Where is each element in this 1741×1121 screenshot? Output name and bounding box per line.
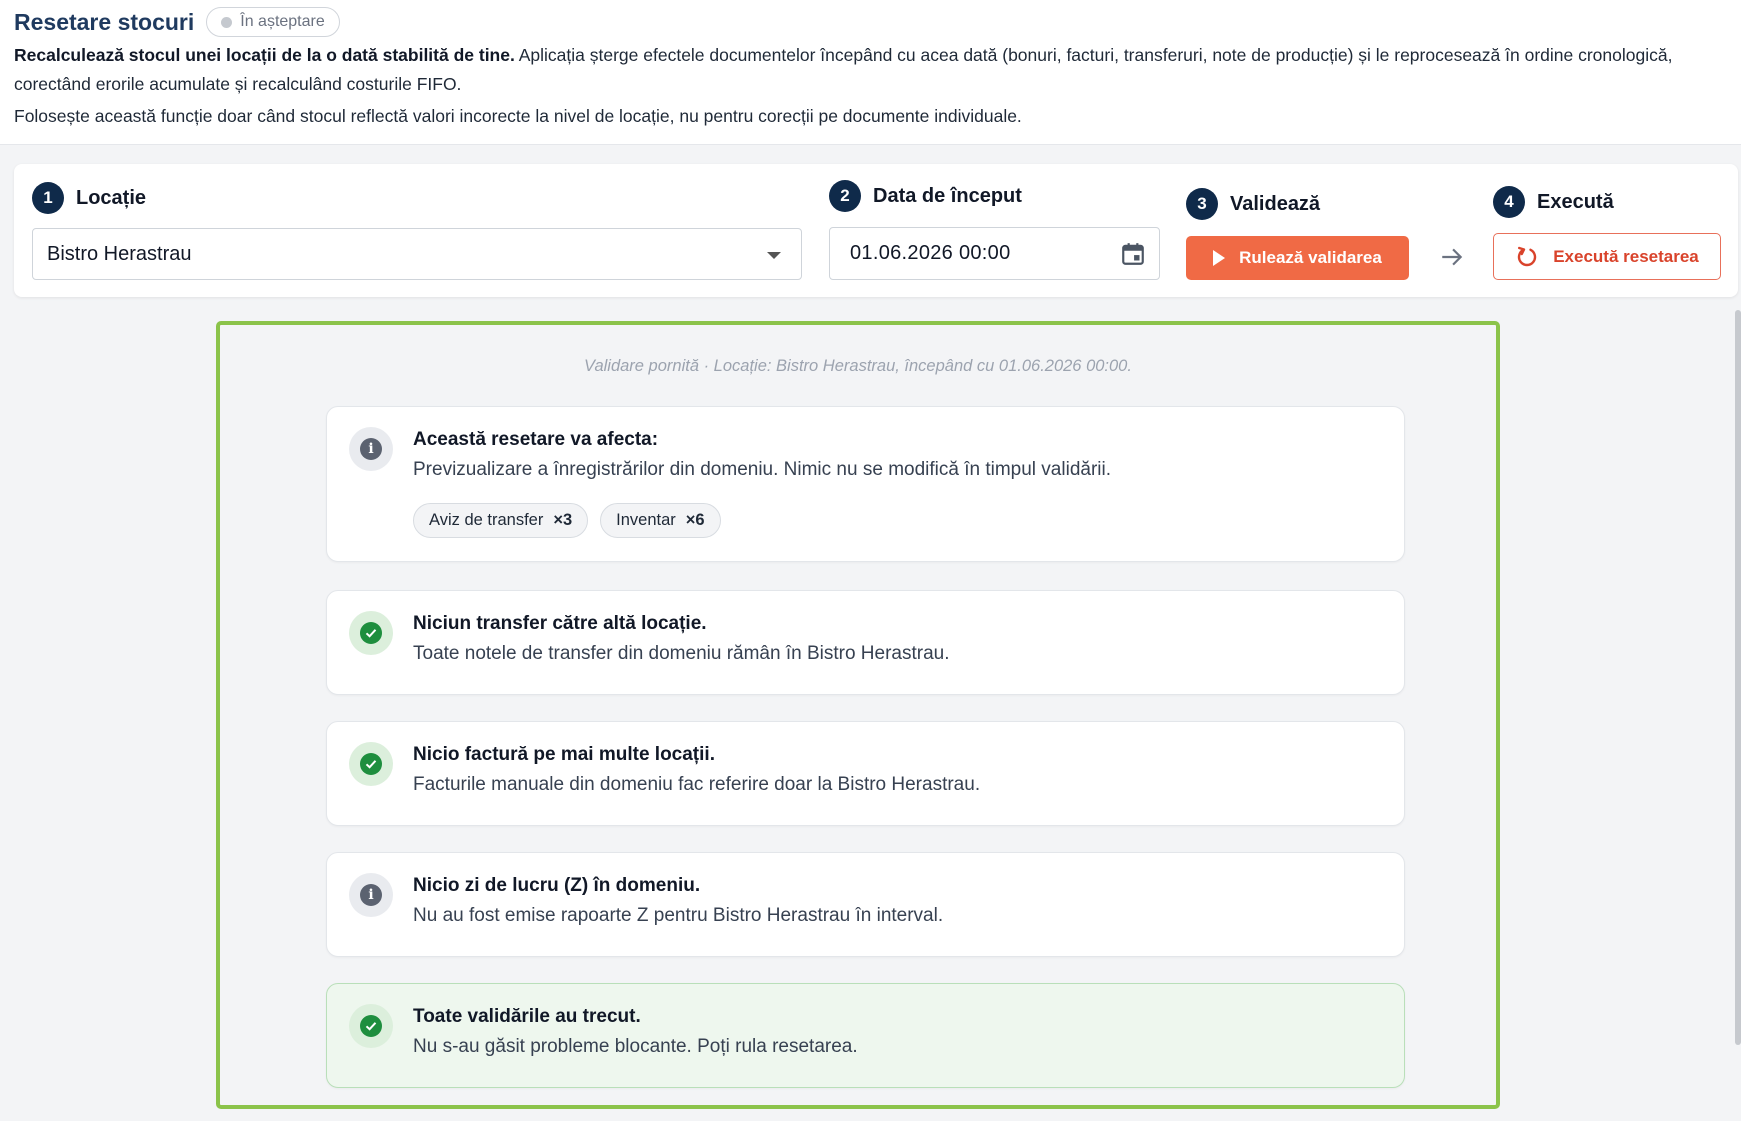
run-validation-label: Rulează validarea bbox=[1239, 248, 1382, 267]
location-select[interactable]: Bistro Herastrau bbox=[32, 228, 802, 280]
card-title: Niciun transfer către altă locație. bbox=[413, 613, 707, 634]
validation-card-transfers: Niciun transfer către altă locație. Toat… bbox=[326, 590, 1405, 695]
step-label: Locație bbox=[76, 186, 147, 209]
card-text: Toate notele de transfer din domeniu răm… bbox=[413, 643, 950, 664]
check-circle-icon bbox=[349, 1004, 393, 1048]
step-validate: 3 Validează bbox=[1186, 188, 1320, 220]
reset-steps-card: 1 Locație Bistro Herastrau 2 Data de înc… bbox=[14, 164, 1738, 297]
check-circle-icon bbox=[349, 611, 393, 655]
step-label: Data de început bbox=[873, 184, 1022, 207]
page-header: Resetare stocuri În așteptare Recalculea… bbox=[0, 0, 1741, 145]
chip-transfer-notice: Aviz de transfer ×3 bbox=[413, 503, 589, 538]
status-badge: În așteptare bbox=[206, 7, 340, 37]
step-label: Validează bbox=[1230, 192, 1321, 215]
execute-reset-button[interactable]: Execută resetarea bbox=[1493, 233, 1721, 280]
chip-count: ×3 bbox=[553, 511, 573, 529]
card-text: Facturile manuale din domeniu fac referi… bbox=[413, 774, 981, 795]
validation-results-panel: Validare pornită · Locație: Bistro Heras… bbox=[216, 321, 1500, 1109]
validation-card-z-reports: i Nicio zi de lucru (Z) în domeniu. Nu a… bbox=[326, 852, 1405, 957]
status-badge-label: În așteptare bbox=[240, 13, 325, 30]
page-description: Recalculează stocul unei locații de la o… bbox=[14, 41, 1727, 99]
validation-card-affected: i Această resetare va afecta: Previzuali… bbox=[326, 406, 1405, 562]
chip-label: Aviz de transfer bbox=[429, 511, 544, 529]
step-start-date: 2 Data de început bbox=[829, 180, 1022, 212]
page-description-lead: Recalculează stocul unei locații de la o… bbox=[14, 45, 515, 65]
page-usage-note: Folosește această funcție doar când stoc… bbox=[14, 106, 1022, 126]
chip-count: ×6 bbox=[685, 511, 705, 529]
start-date-input[interactable]: 01.06.2026 00:00 bbox=[829, 227, 1160, 280]
validation-started-note: Validare pornită · Locație: Bistro Heras… bbox=[584, 357, 1132, 375]
info-icon: i bbox=[349, 873, 393, 917]
step-number: 4 bbox=[1493, 186, 1525, 218]
chevron-down-icon bbox=[767, 252, 781, 259]
scrollbar[interactable] bbox=[1735, 310, 1741, 1045]
step-number: 2 bbox=[829, 180, 861, 212]
card-title: Toate validările au trecut. bbox=[413, 1006, 641, 1027]
run-validation-button[interactable]: Rulează validarea bbox=[1186, 236, 1409, 280]
card-title: Nicio zi de lucru (Z) în domeniu. bbox=[413, 875, 701, 896]
play-icon bbox=[1213, 250, 1226, 266]
location-select-value: Bistro Herastrau bbox=[47, 242, 192, 265]
card-text: Nu s-au găsit probleme blocante. Poți ru… bbox=[413, 1036, 858, 1057]
affected-documents-chips: Aviz de transfer ×3 Inventar ×6 bbox=[413, 503, 721, 538]
info-icon: i bbox=[349, 427, 393, 471]
page-title: Resetare stocuri bbox=[14, 8, 195, 35]
validation-card-summary: Toate validările au trecut. Nu s-au găsi… bbox=[326, 983, 1405, 1088]
card-text: Previzualizare a înregistrărilor din dom… bbox=[413, 459, 1111, 480]
status-dot-icon bbox=[221, 16, 233, 28]
step-execute: 4 Execută bbox=[1493, 186, 1614, 218]
arrow-right-icon bbox=[1442, 248, 1463, 266]
restart-icon bbox=[1518, 246, 1537, 266]
execute-reset-label: Execută resetarea bbox=[1553, 246, 1699, 266]
chip-inventory: Inventar ×6 bbox=[600, 503, 721, 538]
check-circle-icon bbox=[349, 742, 393, 786]
card-text: Nu au fost emise rapoarte Z pentru Bistr… bbox=[413, 905, 944, 926]
start-date-value: 01.06.2026 00:00 bbox=[850, 242, 1011, 264]
step-label: Execută bbox=[1537, 190, 1614, 213]
card-title: Nicio factură pe mai multe locații. bbox=[413, 744, 715, 765]
calendar-icon[interactable] bbox=[1120, 241, 1146, 267]
step-number: 1 bbox=[32, 182, 64, 214]
validation-card-invoices: Nicio factură pe mai multe locații. Fact… bbox=[326, 721, 1405, 826]
step-number: 3 bbox=[1186, 188, 1218, 220]
chip-label: Inventar bbox=[616, 511, 676, 529]
card-title: Această resetare va afecta: bbox=[413, 429, 659, 450]
step-location: 1 Locație bbox=[32, 182, 146, 214]
